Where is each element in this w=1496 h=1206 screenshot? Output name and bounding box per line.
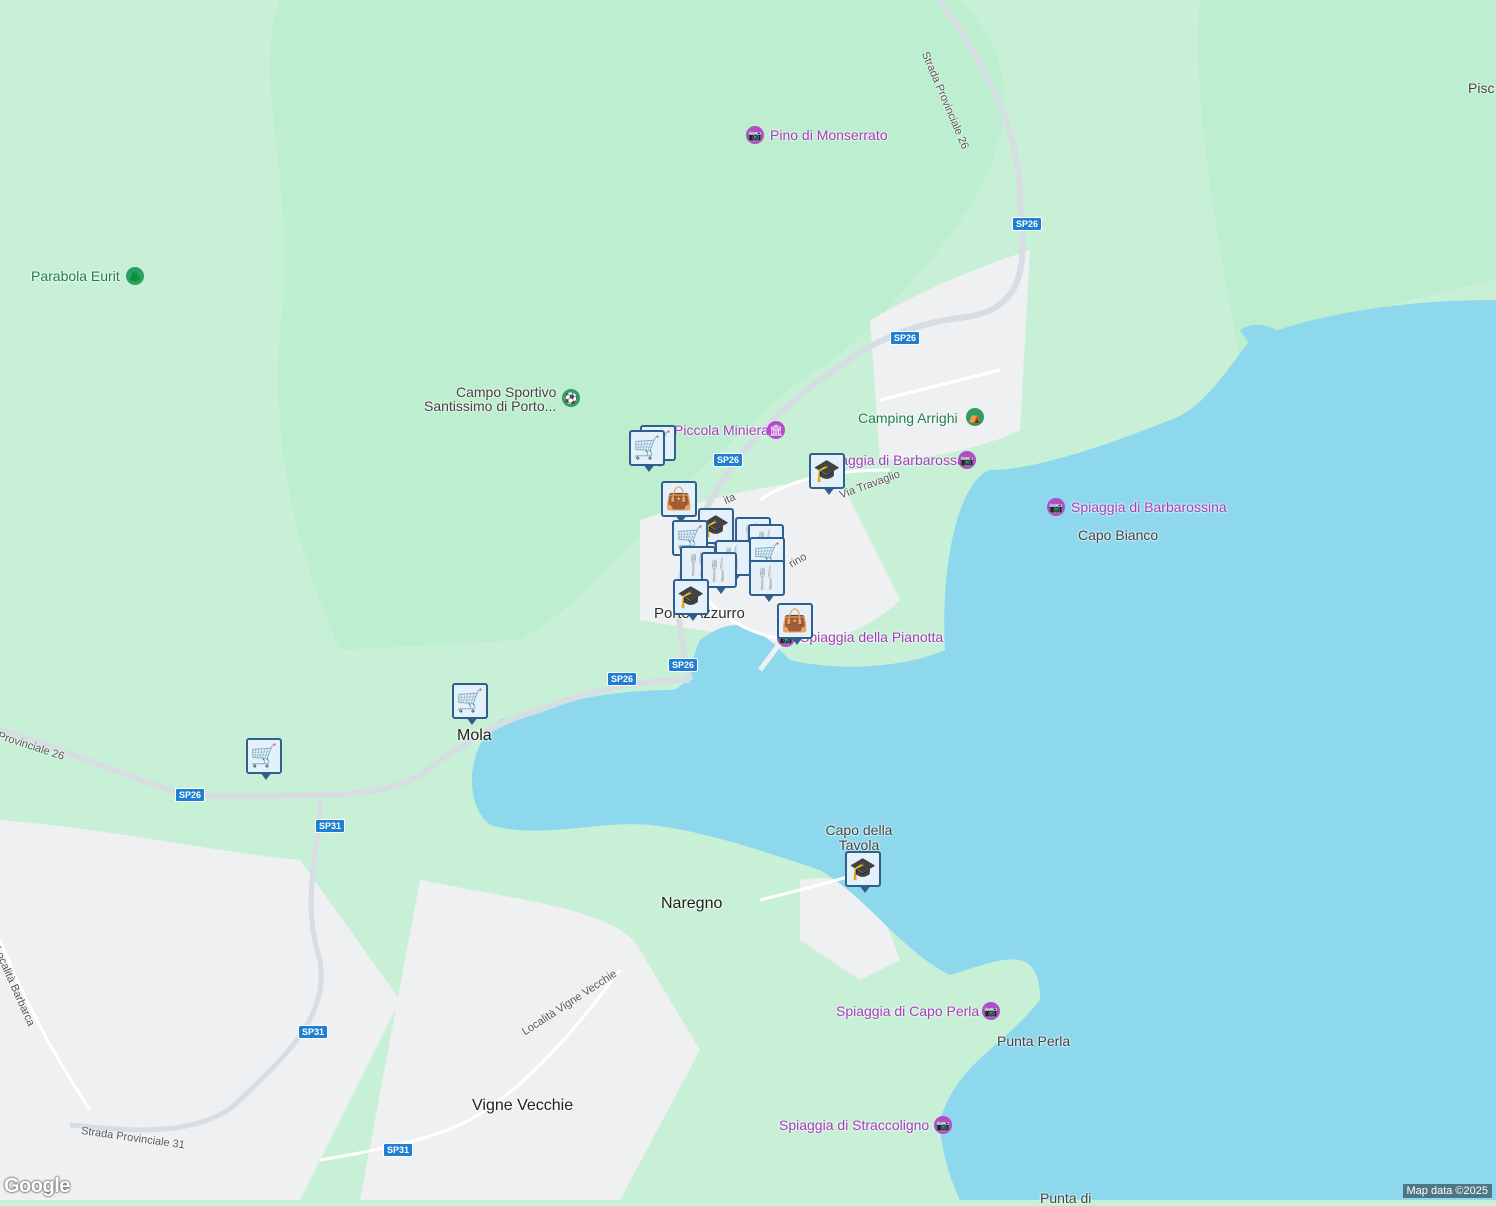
- bag-icon[interactable]: 👜: [661, 481, 697, 523]
- poi-parabola-eurit[interactable]: Parabola Eurit: [31, 268, 120, 284]
- cart-icon[interactable]: 🛒: [629, 430, 665, 472]
- road-shield-sp31: SP31: [383, 1143, 414, 1157]
- road-shield-sp26: SP26: [1012, 217, 1043, 231]
- place-label-capo-della-tavola: Capo della Tavola: [825, 822, 893, 853]
- place-label-naregno: Naregno: [661, 895, 723, 912]
- fork-icon[interactable]: 🍴: [749, 560, 785, 602]
- poi-spiaggia-di-capo-perla[interactable]: Spiaggia di Capo Perla: [836, 1003, 979, 1019]
- map-attribution[interactable]: Map data ©2025: [1402, 1184, 1492, 1198]
- poi-piccola-miniera[interactable]: Piccola Miniera: [674, 422, 769, 438]
- poi-pino-di-monserrato[interactable]: Pino di Monserrato: [770, 127, 888, 143]
- place-label-mola: Mola: [457, 727, 492, 744]
- google-logo: Google: [4, 1175, 70, 1197]
- camera-icon[interactable]: 📷: [958, 451, 976, 469]
- bag-icon[interactable]: 👜: [777, 603, 813, 645]
- place-label-vigne-vecchie: Vigne Vecchie: [472, 1097, 574, 1114]
- road-shield-sp26: SP26: [175, 788, 206, 802]
- place-label-punta-di: Punta di: [1040, 1190, 1092, 1206]
- poi-campo-sportivo-line2[interactable]: Santissimo di Porto...: [424, 398, 556, 414]
- cart-icon[interactable]: 🛒: [246, 738, 282, 780]
- poi-spiaggia-della-pianotta[interactable]: Spiaggia della Pianotta: [800, 629, 943, 645]
- poi-spiaggia-di-straccoligno[interactable]: Spiaggia di Straccoligno: [779, 1117, 929, 1133]
- camp-icon[interactable]: ⛺: [966, 408, 984, 426]
- map-canvas[interactable]: [0, 0, 1496, 1200]
- road-shield-sp26: SP26: [890, 331, 921, 345]
- museum-icon[interactable]: 🏛: [767, 421, 785, 439]
- road-shield-sp26: SP26: [607, 672, 638, 686]
- tree-icon[interactable]: 🌲: [126, 267, 144, 285]
- camera-icon[interactable]: 📷: [1047, 498, 1065, 516]
- road-shield-sp26: SP26: [668, 658, 699, 672]
- school-icon[interactable]: 🎓: [809, 453, 845, 495]
- cart-icon[interactable]: 🛒: [452, 683, 488, 725]
- camera-icon[interactable]: 📷: [982, 1002, 1000, 1020]
- camera-icon[interactable]: 📷: [746, 126, 764, 144]
- road-shield-sp31: SP31: [298, 1025, 329, 1039]
- road-shield-sp31: SP31: [315, 819, 346, 833]
- place-label-punta-perla: Punta Perla: [997, 1033, 1071, 1049]
- place-label-capo-bianco: Capo Bianco: [1078, 527, 1159, 543]
- camera-icon[interactable]: 📷: [934, 1116, 952, 1134]
- road-shield-sp26: SP26: [713, 453, 744, 467]
- place-label-pisc: Pisc: [1468, 80, 1495, 96]
- school-icon[interactable]: 🎓: [673, 579, 709, 621]
- school-icon[interactable]: 🎓: [845, 851, 881, 893]
- poi-spiaggia-di-barbarossina[interactable]: Spiaggia di Barbarossina: [1071, 499, 1227, 515]
- sport-icon[interactable]: ⚽: [562, 389, 580, 407]
- poi-camping-arrighi[interactable]: Camping Arrighi: [858, 410, 958, 426]
